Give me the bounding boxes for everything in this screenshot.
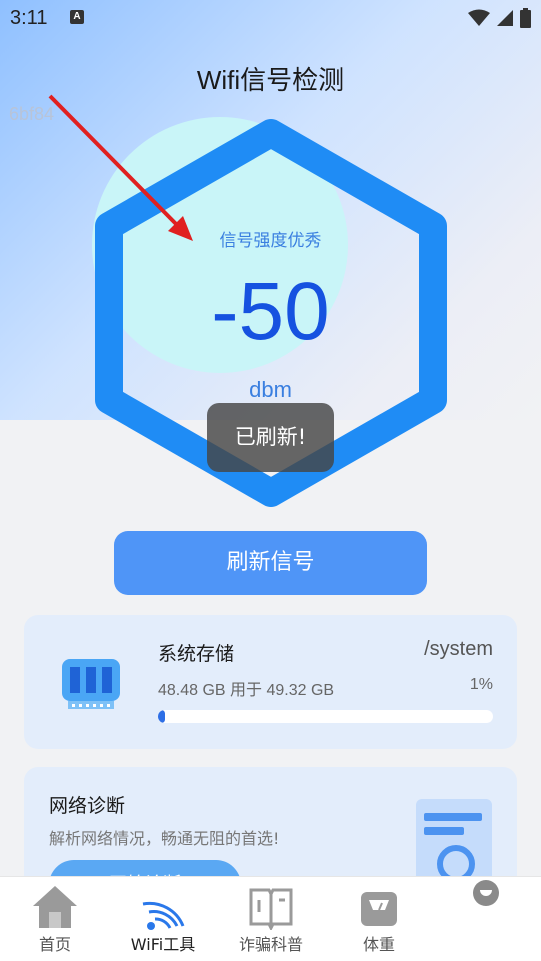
signal-quality-label: 信号强度优秀 — [219, 231, 322, 251]
signal-icon — [497, 10, 513, 26]
tab-home[interactable]: 首页 — [0, 877, 110, 961]
signal-unit: dbm — [249, 377, 292, 402]
tab-weight[interactable]: 体重 — [324, 877, 434, 961]
wifi-icon — [108, 883, 218, 931]
storage-progress-bar — [158, 710, 493, 723]
status-time: 3:11 — [10, 7, 48, 29]
tab-wifi-tools[interactable]: WiFi工具 — [108, 877, 218, 961]
tab-label: 体重 — [362, 935, 395, 954]
book-icon — [216, 883, 326, 931]
wifi-icon — [468, 9, 490, 26]
storage-usage-detail: 48.48 GB 用于 49.32 GB — [158, 682, 335, 699]
storage-percent: 1% — [469, 676, 493, 693]
bottom-tab-bar: 首页 WiFi工具 诈骗科普 体重 — [0, 876, 541, 961]
tab-label: 首页 — [38, 935, 71, 954]
status-bar: 3:11 A — [0, 0, 541, 36]
diagnosis-title: 网络诊断 — [49, 795, 126, 817]
storage-card: 系统存储 /system 48.48 GB 用于 49.32 GB 1% — [24, 615, 517, 749]
storage-path: /system — [424, 638, 493, 660]
tab-label: WiFi工具 — [130, 935, 196, 954]
refresh-signal-button[interactable]: 刷新信号 — [114, 531, 427, 595]
storage-progress-fill — [158, 710, 165, 723]
storage-chip-icon — [62, 659, 120, 709]
diagnosis-description: 解析网络情况，畅通无阻的首选! — [49, 829, 280, 848]
signal-strength-value: -50 — [211, 266, 330, 357]
home-icon — [0, 883, 110, 931]
battery-icon — [520, 8, 531, 28]
toast-message: 已刷新! — [207, 403, 334, 472]
floating-nav-button[interactable] — [473, 880, 499, 906]
tab-fraud-education[interactable]: 诈骗科普 — [216, 877, 326, 961]
tab-label: 诈骗科普 — [238, 935, 303, 954]
storage-title: 系统存储 — [158, 643, 235, 665]
notification-icon: A — [70, 10, 84, 24]
status-icons — [468, 8, 531, 28]
scale-icon — [324, 883, 434, 931]
